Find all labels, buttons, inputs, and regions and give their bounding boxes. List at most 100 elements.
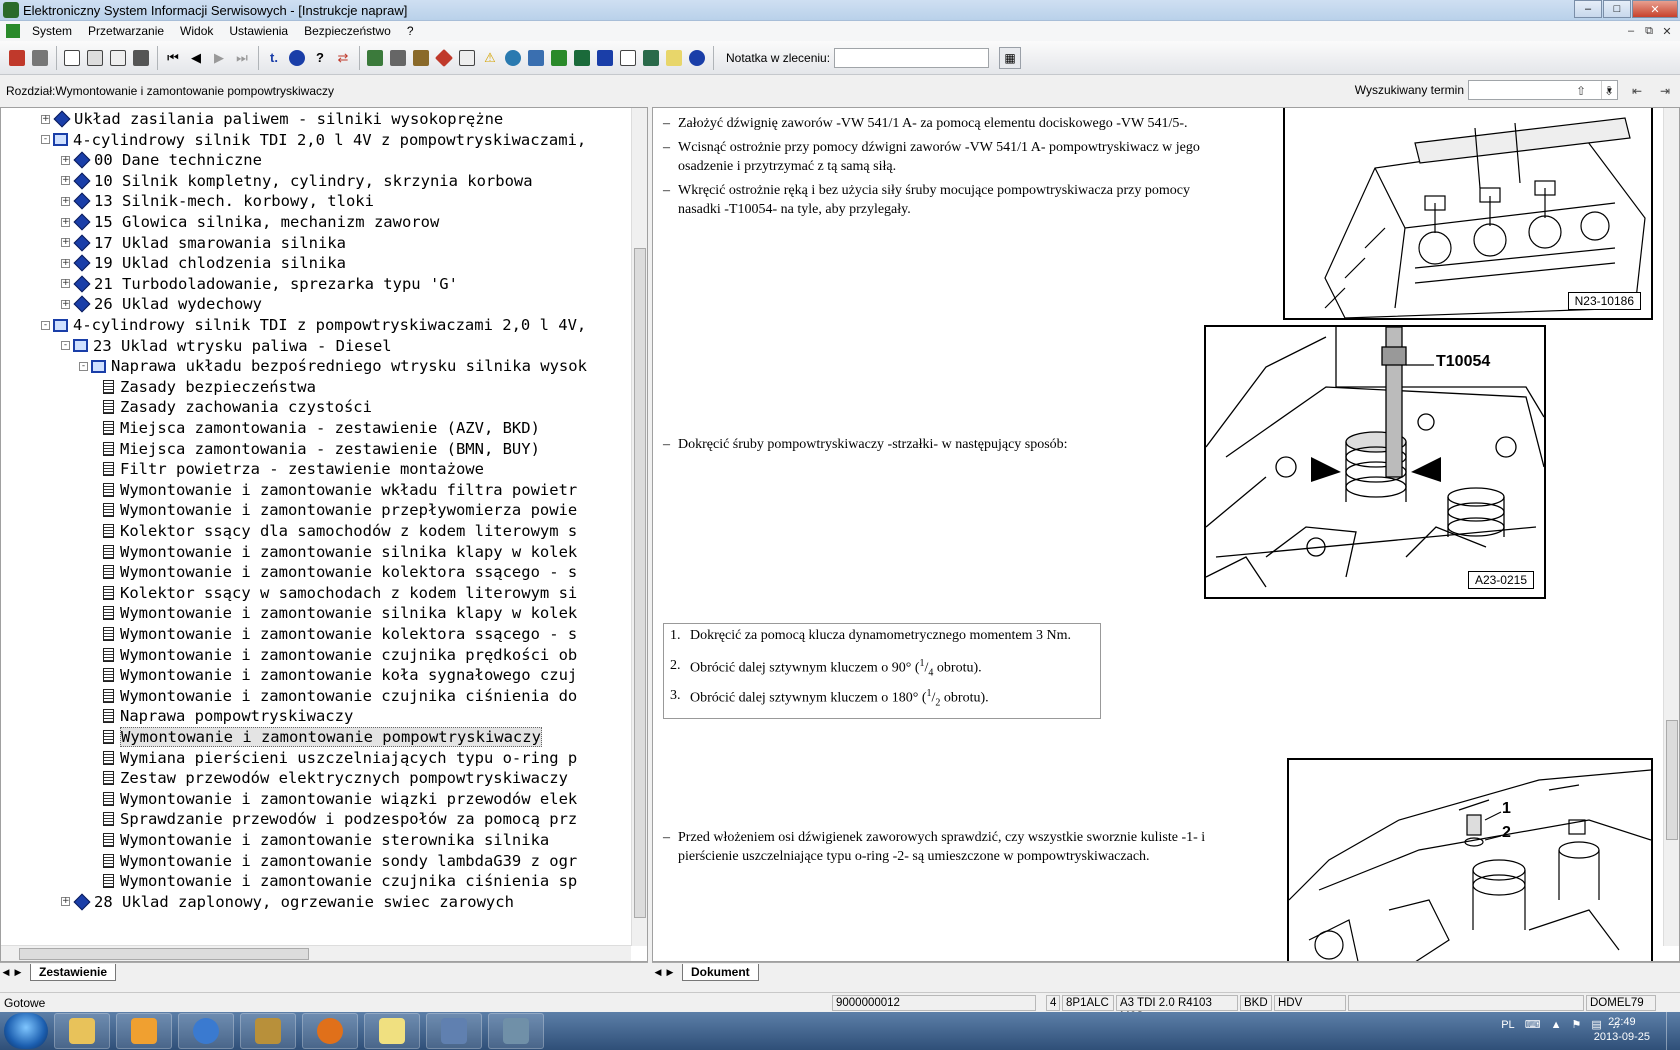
tree-item[interactable]: +15 Glowica silnika, mechanizm zaworow [61, 211, 439, 233]
exit-icon[interactable] [6, 47, 28, 69]
tool-icon[interactable] [525, 47, 547, 69]
tab-scroll-left-icon[interactable]: ◀ [652, 967, 664, 978]
expand-icon[interactable]: + [61, 897, 70, 907]
tray-expand-icon[interactable]: ▲ [1551, 1019, 1562, 1031]
tree-item[interactable]: Wymontowanie i zamontowanie kolektora ss… [103, 623, 577, 645]
menu-ustawienia[interactable]: Ustawienia [221, 24, 296, 38]
indent-right-icon[interactable]: ⇥ [1654, 81, 1676, 101]
document-vertical-scrollbar[interactable] [1663, 108, 1679, 946]
tab-scroll-right-icon[interactable]: ▶ [664, 967, 676, 978]
tab-scroll-left-icon[interactable]: ◀ [0, 967, 12, 978]
switch-icon[interactable]: ⇄ [332, 47, 354, 69]
book-green-icon[interactable] [548, 47, 570, 69]
warning-icon[interactable]: ⚠ [479, 47, 501, 69]
tree-item[interactable]: Wymontowanie i zamontowanie wiązki przew… [103, 788, 577, 810]
tree-item[interactable]: +19 Uklad chlodzenia silnika [61, 252, 346, 274]
clock[interactable]: 22:49 2013-09-25 [1594, 1015, 1650, 1045]
gear-icon[interactable] [410, 47, 432, 69]
calculator-icon[interactable] [364, 47, 386, 69]
tree-item[interactable]: Wymontowanie i zamontowanie pompowtryski… [103, 726, 542, 748]
collapse-icon[interactable]: - [61, 341, 70, 351]
tree-item[interactable]: Wymontowanie i zamontowanie silnika klap… [103, 602, 577, 624]
tree-item[interactable]: - Naprawa układu bezpośredniego wtrysku s… [79, 355, 587, 377]
menu-przetwarzanie[interactable]: Przetwarzanie [80, 24, 172, 38]
maximize-button[interactable]: □ [1603, 0, 1631, 18]
collapse-icon[interactable]: - [41, 320, 50, 330]
tree-item[interactable]: - 4-cylindrowy silnik TDI 2,0 l 4V z pomp… [41, 129, 586, 151]
collapse-icon[interactable]: - [41, 135, 50, 145]
diamond-icon[interactable] [433, 47, 455, 69]
collapse-icon[interactable]: - [79, 361, 88, 371]
tree-item[interactable]: Filtr powietrza - zestawienie montażowe [103, 458, 484, 480]
minimize-button[interactable]: – [1574, 0, 1602, 18]
tree-item[interactable]: Wymiana pierścieni uszczelniających typu… [103, 747, 577, 769]
note-apply-icon[interactable]: ▦ [999, 46, 1022, 69]
tree-item[interactable]: Wymontowanie i zamontowanie czujnika ciś… [103, 870, 577, 892]
expand-icon[interactable]: + [61, 196, 70, 206]
menu-system[interactable]: System [24, 24, 80, 38]
tree-item[interactable]: Naprawa pompowtryskiwaczy [103, 705, 353, 727]
tree-item[interactable]: +17 Uklad smarowania silnika [61, 232, 346, 254]
info-icon[interactable] [286, 47, 308, 69]
tree-item[interactable]: Kolektor ssący w samochodach z kodem lit… [103, 582, 577, 604]
tree-item[interactable]: Zestaw przewodów elektrycznych pompowtry… [103, 767, 568, 789]
tree-item[interactable]: - 4-cylindrowy silnik TDI z pompowtryskiw… [41, 314, 586, 336]
back-icon[interactable]: t. [263, 47, 285, 69]
expand-icon[interactable]: + [41, 114, 50, 124]
tree-horizontal-scrollbar[interactable] [1, 945, 631, 961]
search-next-icon[interactable]: ⇩ [1598, 81, 1620, 101]
scrollbar-thumb[interactable] [634, 248, 646, 918]
taskbar-elsa-icon[interactable] [488, 1013, 544, 1049]
tree-item[interactable]: Wymontowanie i zamontowanie sterownika s… [103, 829, 549, 851]
mdi-close-button[interactable]: ✕ [1658, 23, 1676, 39]
menu-bezpieczenstwo[interactable]: Bezpieczeństwo [296, 24, 399, 38]
taskbar-firefox-icon[interactable] [302, 1013, 358, 1049]
note-input[interactable] [834, 47, 990, 68]
tree-item[interactable]: Zasady zachowania czystości [103, 396, 372, 418]
expand-icon[interactable]: + [61, 299, 70, 309]
car-blue-icon[interactable] [594, 47, 616, 69]
edit-pen-icon[interactable] [640, 47, 662, 69]
document-list-icon[interactable] [107, 47, 129, 69]
expand-icon[interactable]: + [61, 217, 70, 227]
language-indicator[interactable]: PL [1501, 1019, 1514, 1031]
taskbar-explorer-icon[interactable] [54, 1013, 110, 1049]
print-icon[interactable] [29, 47, 51, 69]
help-doc-icon[interactable] [663, 47, 685, 69]
tree-item[interactable]: - 23 Uklad wtrysku paliwa - Diesel [61, 335, 392, 357]
close-button[interactable]: ✕ [1632, 0, 1678, 18]
tree-item[interactable]: Sprawdzanie przewodów i podzespołów za p… [103, 808, 577, 830]
taskbar-globe-icon[interactable] [178, 1013, 234, 1049]
vehicle-icon[interactable] [130, 47, 152, 69]
previous-page-icon[interactable]: ◀ [185, 47, 207, 69]
keyboard-icon[interactable]: ⌨ [1525, 1018, 1541, 1031]
tab-scroll-right-icon[interactable]: ▶ [12, 967, 24, 978]
tree-vertical-scrollbar[interactable] [631, 108, 647, 946]
tree-item[interactable]: Zasady bezpieczeństwa [103, 376, 316, 398]
scrollbar-thumb[interactable] [1666, 720, 1678, 840]
flag-tray-icon[interactable]: ⚑ [1571, 1018, 1581, 1031]
scrollbar-thumb[interactable] [19, 948, 309, 960]
start-button[interactable] [4, 1013, 48, 1049]
expand-icon[interactable]: + [61, 155, 70, 165]
taskbar-notepad-icon[interactable] [364, 1013, 420, 1049]
taskbar-archive-icon[interactable] [240, 1013, 296, 1049]
tree-item[interactable]: +10 Silnik kompletny, cylindry, skrzynia… [61, 170, 533, 192]
help-icon[interactable]: ? [309, 47, 331, 69]
table-icon[interactable] [456, 47, 478, 69]
tree-item[interactable]: Miejsca zamontowania - zestawienie (BMN,… [103, 438, 540, 460]
checklist-icon[interactable] [617, 47, 639, 69]
new-document-icon[interactable] [61, 47, 83, 69]
menu-widok[interactable]: Widok [172, 24, 221, 38]
tree-item[interactable]: Miejsca zamontowania - zestawienie (AZV,… [103, 417, 540, 439]
expand-icon[interactable]: + [61, 238, 70, 248]
tab-zestawienie[interactable]: Zestawienie [30, 964, 117, 981]
tree-item[interactable]: Wymontowanie i zamontowanie koła sygnało… [103, 664, 577, 686]
tree-item[interactable]: Wymontowanie i zamontowanie silnika klap… [103, 541, 577, 563]
engine-icon[interactable] [387, 47, 409, 69]
tree-item[interactable]: Wymontowanie i zamontowanie sondy lambda… [103, 850, 577, 872]
menu-help[interactable]: ? [399, 24, 422, 38]
last-page-icon[interactable]: ⏭ [231, 47, 253, 69]
expand-icon[interactable]: + [61, 176, 70, 186]
show-desktop-button[interactable] [1666, 1012, 1680, 1050]
